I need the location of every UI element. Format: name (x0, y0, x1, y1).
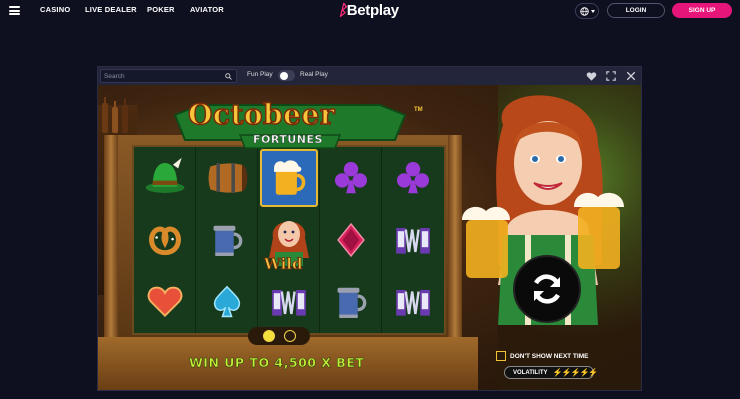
logo[interactable]: ᛒBetplay (338, 2, 399, 19)
dont-show-checkbox[interactable] (496, 351, 506, 361)
logo-text: Betplay (346, 2, 399, 19)
reel-column (382, 147, 444, 333)
game-subtitle: FORTUNES (253, 133, 323, 146)
reel-column (134, 147, 196, 333)
accordion-icon (264, 275, 314, 329)
close-icon[interactable] (625, 70, 637, 82)
wild-label: Wild (264, 255, 303, 274)
search-icon[interactable] (225, 73, 232, 80)
club-icon (326, 151, 376, 205)
left-pillar (104, 135, 118, 340)
stein-icon (326, 275, 376, 329)
frame-actions (585, 70, 637, 82)
reel-column (258, 147, 320, 333)
menu-icon[interactable] (9, 6, 20, 15)
reel-column (196, 147, 258, 333)
top-nav: CASINO LIVE DEALER POKER AVIATOR ᛒBetpla… (0, 0, 740, 22)
pretzel-icon (140, 213, 190, 267)
win-up-to-text: WIN UP TO 4,500 X BET (189, 355, 365, 371)
search-box (100, 69, 237, 83)
refresh-icon (533, 274, 561, 304)
globe-icon (579, 6, 589, 16)
accordion-icon (388, 275, 438, 329)
nav-link-aviator[interactable]: AVIATOR (190, 5, 224, 14)
favorite-heart-icon[interactable] (585, 70, 597, 82)
page-dots (248, 327, 310, 345)
club-icon (388, 151, 438, 205)
toggle-knob (280, 71, 288, 80)
game-frame: Fun Play Real Play (97, 66, 642, 391)
login-button[interactable]: LOGIN (607, 3, 665, 18)
reel-column (320, 147, 382, 333)
dont-show-next-time[interactable]: DON'T SHOW NEXT TIME (496, 351, 588, 361)
game-splash-screen: Wild Octobeer TM FORTUNES WIN UP TO 4,50… (98, 85, 641, 390)
fun-play-label: Fun Play (247, 71, 273, 78)
barrel-icon (202, 151, 252, 205)
chevron-down-icon (590, 9, 595, 13)
real-play-label: Real Play (300, 71, 328, 78)
beer-mug-icon (260, 149, 318, 207)
game-title: Octobeer (187, 97, 336, 132)
nav-link-casino[interactable]: CASINO (40, 5, 85, 14)
bottles-icon (102, 97, 128, 133)
lightning-bolts-icon: ⚡⚡⚡⚡⚡ (552, 368, 599, 377)
signup-button[interactable]: SIGN UP (672, 3, 732, 18)
diamond-icon (326, 213, 376, 267)
nav-link-poker[interactable]: POKER (147, 5, 190, 14)
dont-show-label: DON'T SHOW NEXT TIME (510, 352, 589, 360)
fullscreen-icon[interactable] (605, 70, 617, 82)
page-dot-1[interactable] (262, 330, 275, 342)
play-mode-toggle[interactable] (278, 70, 295, 81)
volatility-indicator: VOLATILITY ⚡⚡⚡⚡⚡ (504, 366, 598, 379)
hat-icon (140, 151, 190, 205)
search-input[interactable] (101, 72, 221, 80)
page-dot-2[interactable] (283, 330, 296, 342)
nav-link-live-dealer[interactable]: LIVE DEALER (85, 5, 147, 14)
spin-button[interactable] (513, 255, 581, 323)
accordion-icon (388, 213, 438, 267)
nav-links: CASINO LIVE DEALER POKER AVIATOR (40, 5, 224, 14)
language-selector[interactable] (575, 3, 599, 19)
spade-icon (202, 275, 252, 329)
heart-icon (140, 275, 190, 329)
stein-icon (202, 213, 252, 267)
game-toolbar: Fun Play Real Play (98, 67, 641, 85)
volatility-label: VOLATILITY (513, 369, 548, 376)
logo-mark-icon: ᛒ (338, 2, 347, 19)
trademark: TM (414, 107, 423, 113)
reels-grid (132, 145, 446, 335)
